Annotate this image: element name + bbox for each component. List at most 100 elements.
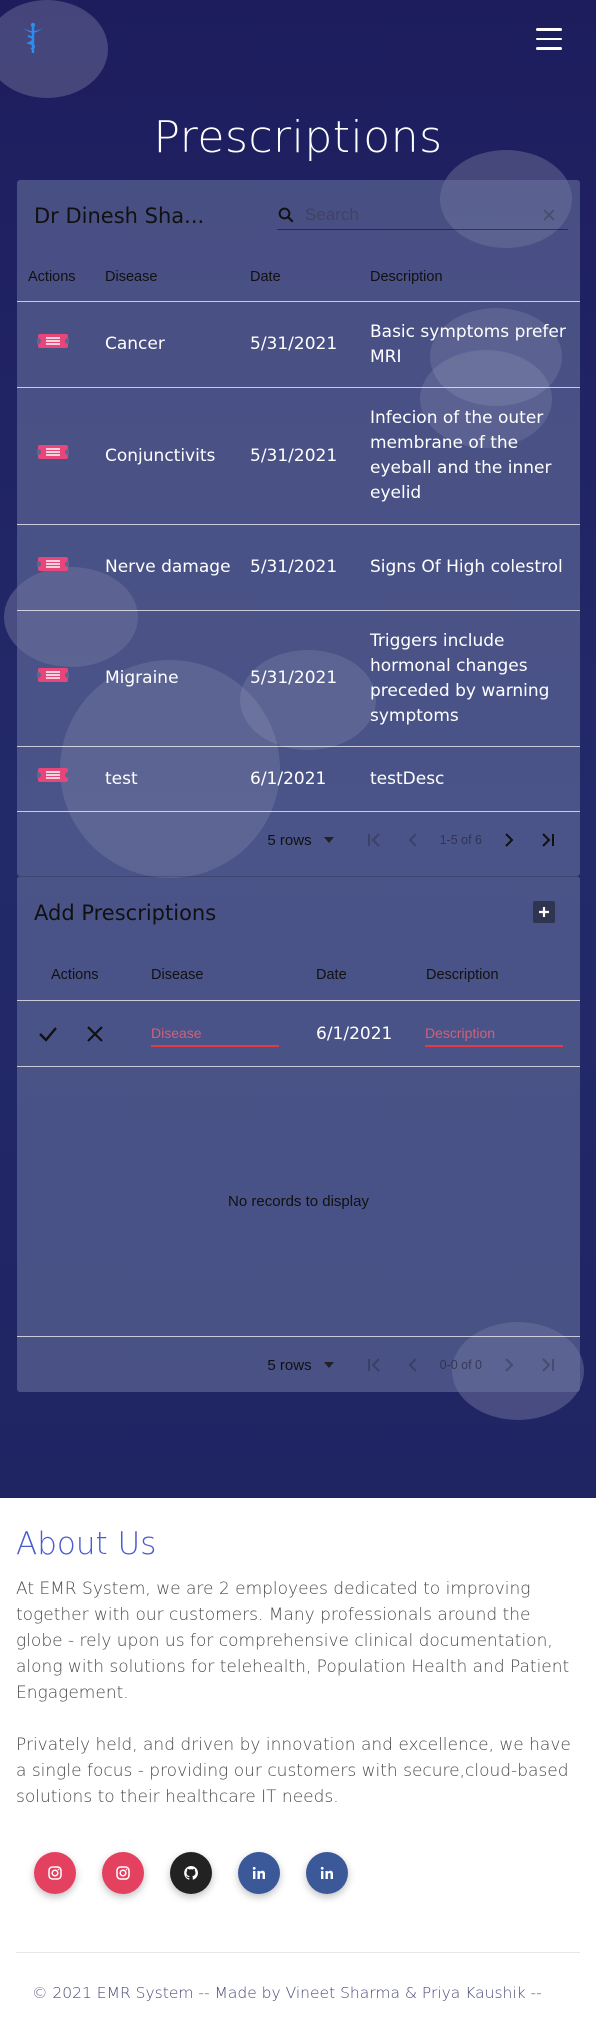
add-toolbar: Add Prescriptions bbox=[17, 877, 580, 949]
cell-description: testDesc bbox=[370, 768, 445, 789]
footer-credit: © 2021 EMR System -- Made by Vineet Shar… bbox=[32, 1984, 542, 2002]
linkedin-icon[interactable] bbox=[238, 1852, 280, 1894]
rows-per-page-label: 5 rows bbox=[267, 831, 312, 849]
cell-disease: Nerve damage bbox=[105, 557, 231, 577]
prescriptions-table: Dr Dinesh Sha... Actions Disease Date De… bbox=[17, 180, 580, 876]
search-box bbox=[277, 200, 568, 230]
table-row: test 6/1/2021 testDesc bbox=[17, 747, 580, 812]
cell-date: 5/31/2021 bbox=[250, 445, 338, 466]
cell-disease: Conjunctivits bbox=[105, 445, 216, 466]
table-row: Migraine 5/31/2021 Triggers include horm… bbox=[17, 611, 580, 747]
column-header-description[interactable]: Description bbox=[370, 269, 580, 285]
last-page-button[interactable] bbox=[528, 1347, 568, 1383]
cell-disease: test bbox=[105, 768, 138, 789]
column-header-date[interactable]: Date bbox=[316, 967, 426, 983]
prescription-ticket-icon[interactable] bbox=[35, 554, 71, 574]
row-actions bbox=[17, 554, 105, 582]
doctor-name: Dr Dinesh Sha... bbox=[34, 204, 205, 228]
rows-per-page-select[interactable]: 5 rows bbox=[267, 831, 334, 849]
last-page-icon bbox=[542, 1358, 554, 1372]
caduceus-icon[interactable] bbox=[20, 22, 46, 54]
page-count: 0-0 of 0 bbox=[439, 1358, 482, 1372]
prescription-ticket-icon[interactable] bbox=[35, 442, 71, 462]
page-title: Prescriptions bbox=[153, 112, 443, 163]
previous-page-button[interactable] bbox=[394, 822, 434, 858]
rows-per-page-select[interactable]: 5 rows bbox=[267, 1356, 334, 1374]
cell-disease: Migraine bbox=[105, 668, 179, 688]
cell-description: Triggers include hormonal changes preced… bbox=[370, 630, 550, 726]
about-paragraph: Privately held, and driven by innovation… bbox=[16, 1735, 571, 1807]
rows-per-page-label: 5 rows bbox=[267, 1356, 312, 1374]
cell-description: Signs Of High colestrol bbox=[370, 557, 563, 577]
row-actions bbox=[17, 331, 105, 359]
column-header-disease[interactable]: Disease bbox=[151, 967, 316, 983]
table-row: Conjunctivits 5/31/2021 Infecion of the … bbox=[17, 388, 580, 525]
edit-actions bbox=[17, 1023, 151, 1045]
description-input[interactable] bbox=[425, 1020, 563, 1045]
about-paragraph: At EMR System, we are 2 employees dedica… bbox=[16, 1579, 570, 1703]
github-icon[interactable] bbox=[170, 1852, 212, 1894]
previous-page-button[interactable] bbox=[394, 1347, 434, 1383]
prescription-ticket-icon[interactable] bbox=[35, 331, 71, 351]
cell-date: 5/31/2021 bbox=[250, 557, 338, 577]
hero-section: Prescriptions Dr Dinesh Sha... Actions D… bbox=[0, 0, 596, 1498]
chevron-left-icon bbox=[408, 833, 417, 847]
chevron-right-icon bbox=[505, 1358, 514, 1372]
search-icon bbox=[278, 207, 294, 222]
row-actions bbox=[17, 442, 105, 470]
about-heading: About Us bbox=[16, 1526, 157, 1562]
column-header-disease[interactable]: Disease bbox=[105, 269, 250, 285]
about-section: About Us At EMR System, we are 2 employe… bbox=[0, 1498, 596, 2033]
description-field bbox=[425, 1020, 563, 1047]
dropdown-caret-icon bbox=[323, 1362, 334, 1368]
date-value[interactable]: 6/1/2021 bbox=[279, 1024, 392, 1044]
check-icon[interactable] bbox=[37, 1023, 59, 1045]
column-header-actions[interactable]: Actions bbox=[17, 967, 151, 983]
add-prescriptions-table: Add Prescriptions Actions Disease Date D… bbox=[17, 876, 580, 1392]
first-page-icon bbox=[367, 1358, 380, 1372]
decorative-bubble bbox=[0, 0, 108, 98]
table-toolbar: Dr Dinesh Sha... bbox=[17, 180, 580, 252]
cell-description: Basic symptoms prefer MRI bbox=[370, 321, 566, 367]
social-links bbox=[16, 1852, 580, 1952]
prescription-ticket-icon[interactable] bbox=[35, 765, 71, 785]
chevron-right-icon bbox=[505, 833, 514, 847]
add-icon[interactable] bbox=[533, 901, 555, 923]
search-input[interactable] bbox=[295, 204, 542, 225]
first-page-button[interactable] bbox=[354, 822, 394, 858]
column-header-date[interactable]: Date bbox=[250, 269, 370, 285]
prescription-ticket-icon[interactable] bbox=[35, 665, 71, 685]
dropdown-caret-icon bbox=[323, 837, 334, 843]
cell-date: 6/1/2021 bbox=[250, 768, 327, 789]
last-page-button[interactable] bbox=[528, 822, 568, 858]
last-page-icon bbox=[542, 833, 554, 847]
instagram-icon[interactable] bbox=[102, 1852, 144, 1894]
close-icon[interactable] bbox=[85, 1024, 105, 1044]
row-actions bbox=[17, 665, 105, 693]
add-prescriptions-title: Add Prescriptions bbox=[34, 901, 217, 925]
chevron-left-icon bbox=[408, 1358, 417, 1372]
table-row: Nerve damage 5/31/2021 Signs Of High col… bbox=[17, 525, 580, 611]
pagination: 5 rows 0-0 of 0 bbox=[17, 1337, 580, 1393]
empty-state: No records to display bbox=[17, 1067, 580, 1337]
add-table-header: Actions Disease Date Description bbox=[17, 949, 580, 1001]
instagram-icon[interactable] bbox=[34, 1852, 76, 1894]
page-count: 1-5 of 6 bbox=[439, 833, 482, 847]
first-page-icon bbox=[367, 833, 380, 847]
hamburger-menu-icon[interactable] bbox=[536, 28, 562, 50]
cell-date: 5/31/2021 bbox=[250, 668, 338, 688]
clear-search-icon[interactable] bbox=[542, 208, 556, 222]
cell-disease: Cancer bbox=[105, 334, 165, 354]
disease-input[interactable] bbox=[151, 1020, 279, 1045]
disease-field bbox=[151, 1020, 279, 1047]
column-header-description[interactable]: Description bbox=[426, 967, 580, 983]
row-actions bbox=[17, 765, 105, 793]
next-page-button[interactable] bbox=[488, 1347, 528, 1383]
first-page-button[interactable] bbox=[354, 1347, 394, 1383]
pagination: 5 rows 1-5 of 6 bbox=[17, 812, 580, 868]
next-page-button[interactable] bbox=[488, 822, 528, 858]
table-header: Actions Disease Date Description bbox=[17, 252, 580, 302]
column-header-actions[interactable]: Actions bbox=[17, 269, 105, 285]
add-row-editor: 6/1/2021 bbox=[17, 1001, 580, 1067]
linkedin-icon[interactable] bbox=[306, 1852, 348, 1894]
